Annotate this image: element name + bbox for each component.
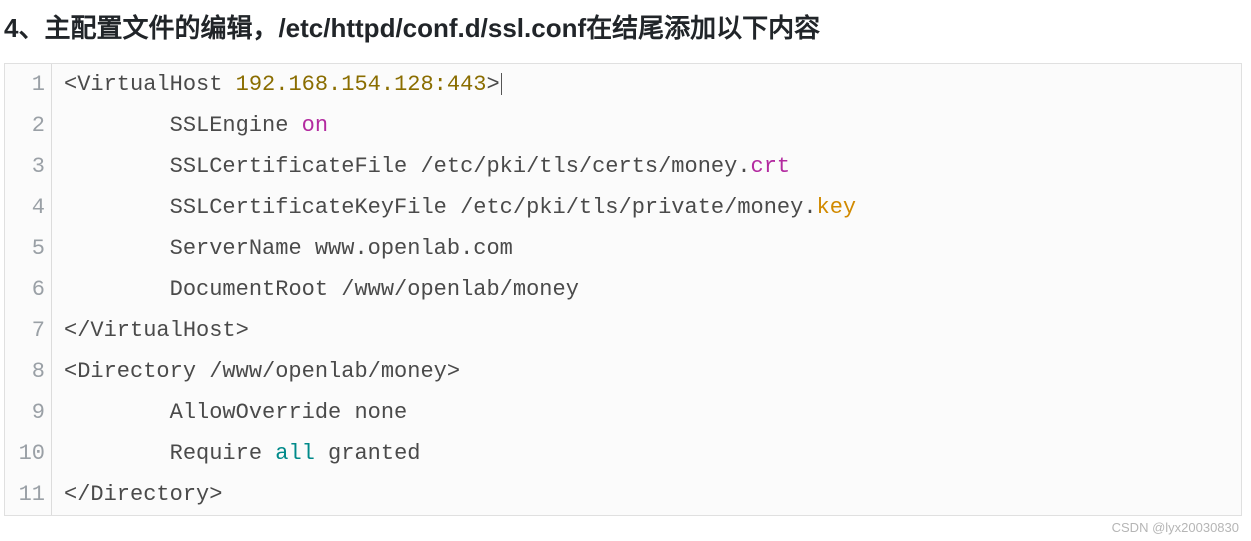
code-line: 10 Require all granted xyxy=(5,433,1241,474)
line-number: 11 xyxy=(5,474,52,515)
code-line: 11 </Directory> xyxy=(5,474,1241,515)
code-content: SSLCertificateKeyFile /etc/pki/tls/priva… xyxy=(52,187,856,228)
line-number: 6 xyxy=(5,269,52,310)
line-number: 4 xyxy=(5,187,52,228)
code-content: DocumentRoot /www/openlab/money xyxy=(52,269,579,310)
code-content: Require all granted xyxy=(52,433,420,474)
line-number: 2 xyxy=(5,105,52,146)
line-number: 3 xyxy=(5,146,52,187)
line-number: 1 xyxy=(5,64,52,105)
code-content: <Directory /www/openlab/money> xyxy=(52,351,460,392)
code-line: 3 SSLCertificateFile /etc/pki/tls/certs/… xyxy=(5,146,1241,187)
line-number: 9 xyxy=(5,392,52,433)
code-content: </VirtualHost> xyxy=(52,310,249,351)
code-content: SSLCertificateFile /etc/pki/tls/certs/mo… xyxy=(52,146,790,187)
code-content: ServerName www.openlab.com xyxy=(52,228,513,269)
watermark: CSDN @lyx20030830 xyxy=(1112,520,1239,535)
code-line: 4 SSLCertificateKeyFile /etc/pki/tls/pri… xyxy=(5,187,1241,228)
section-heading: 4、主配置文件的编辑，/etc/httpd/conf.d/ssl.conf在结尾… xyxy=(0,0,1251,63)
code-line: 8 <Directory /www/openlab/money> xyxy=(5,351,1241,392)
code-line: 1 <VirtualHost 192.168.154.128:443> xyxy=(5,64,1241,105)
code-content: SSLEngine on xyxy=(52,105,328,146)
code-line: 7 </VirtualHost> xyxy=(5,310,1241,351)
code-content: <VirtualHost 192.168.154.128:443> xyxy=(52,64,502,105)
line-number: 10 xyxy=(5,433,52,474)
line-number: 7 xyxy=(5,310,52,351)
code-content: </Directory> xyxy=(52,474,222,515)
code-line: 5 ServerName www.openlab.com xyxy=(5,228,1241,269)
text-cursor xyxy=(501,73,502,95)
code-line: 9 AllowOverride none xyxy=(5,392,1241,433)
code-line: 6 DocumentRoot /www/openlab/money xyxy=(5,269,1241,310)
line-number: 5 xyxy=(5,228,52,269)
line-number: 8 xyxy=(5,351,52,392)
code-content: AllowOverride none xyxy=(52,392,407,433)
code-line: 2 SSLEngine on xyxy=(5,105,1241,146)
code-block: 1 <VirtualHost 192.168.154.128:443> 2 SS… xyxy=(4,63,1242,516)
